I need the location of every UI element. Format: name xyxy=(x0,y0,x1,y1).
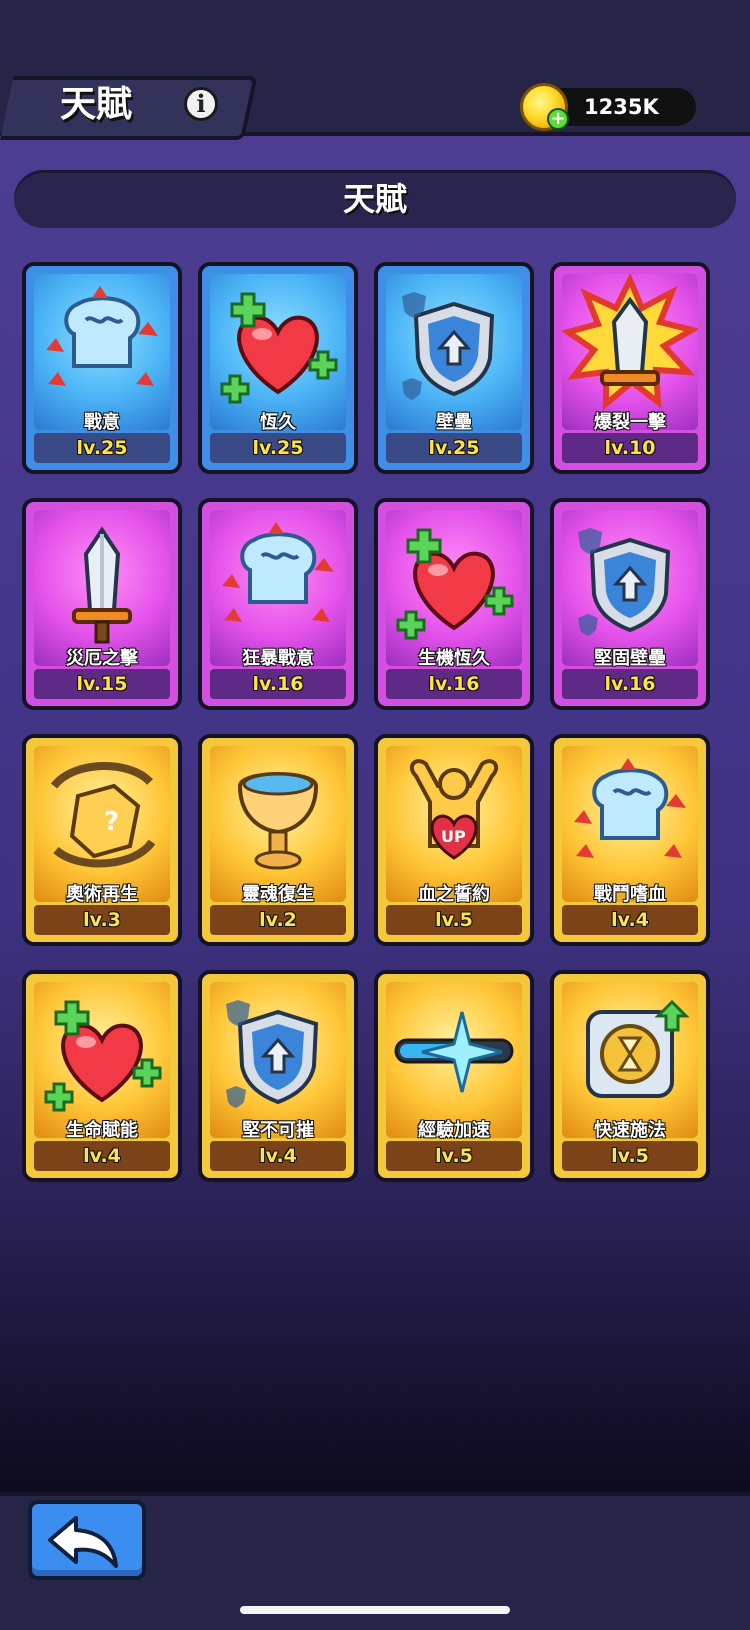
section-header: 天賦 xyxy=(14,170,736,228)
hourglass-icon xyxy=(562,982,698,1126)
talent-art xyxy=(210,510,346,666)
talent-name: 生命賦能 xyxy=(66,1120,138,1141)
talent-level: lv.2 xyxy=(210,905,346,935)
sparkle-bar-icon xyxy=(386,982,522,1126)
talent-art xyxy=(562,982,698,1138)
talent-level: lv.4 xyxy=(210,1141,346,1171)
talent-art xyxy=(386,274,522,430)
talent-level: lv.3 xyxy=(34,905,170,935)
talent-card[interactable]: 災厄之擊 lv.15 xyxy=(22,498,182,710)
talent-card[interactable]: ? 奧術再生 lv.3 xyxy=(22,734,182,946)
heart-icon xyxy=(210,274,346,418)
talent-card[interactable]: 經驗加速 lv.5 xyxy=(374,970,534,1182)
talent-name: 爆裂一擊 xyxy=(594,412,666,433)
chalice-icon xyxy=(210,746,346,890)
talent-name: 壁壘 xyxy=(436,412,472,433)
talent-level: lv.4 xyxy=(562,905,698,935)
talent-art xyxy=(210,274,346,430)
talent-card[interactable]: 堅固壁壘 lv.16 xyxy=(550,498,710,710)
talent-card[interactable]: 生命賦能 lv.4 xyxy=(22,970,182,1182)
svg-text:?: ? xyxy=(104,807,119,837)
talent-card[interactable]: 壁壘 lv.25 xyxy=(374,262,534,474)
section-title: 天賦 xyxy=(342,180,407,218)
talent-card[interactable]: 爆裂一擊 lv.10 xyxy=(550,262,710,474)
coin-value: 1235K xyxy=(584,95,659,119)
heart-icon xyxy=(34,982,170,1126)
talent-card[interactable]: 戰鬥嗜血 lv.4 xyxy=(550,734,710,946)
talent-art xyxy=(562,510,698,666)
talent-card[interactable]: UP 血之誓約 lv.5 xyxy=(374,734,534,946)
talent-name: 恆久 xyxy=(260,412,296,433)
talent-name: 狂暴戰意 xyxy=(242,648,314,669)
talent-level: lv.25 xyxy=(34,433,170,463)
talent-art xyxy=(562,746,698,902)
talent-card[interactable]: 狂暴戰意 lv.16 xyxy=(198,498,358,710)
talent-art xyxy=(34,510,170,666)
talent-level: lv.25 xyxy=(386,433,522,463)
heart-icon xyxy=(386,510,522,654)
talent-art xyxy=(34,274,170,430)
talent-art xyxy=(386,510,522,666)
talent-art xyxy=(210,982,346,1138)
talent-name: 血之誓約 xyxy=(418,884,490,905)
talent-card[interactable]: 恆久 lv.25 xyxy=(198,262,358,474)
strongman-up-icon: UP xyxy=(386,746,522,890)
fist-icon xyxy=(34,274,170,418)
talent-name: 經驗加速 xyxy=(418,1120,490,1141)
fist-icon xyxy=(562,746,698,890)
up-label: UP xyxy=(441,827,466,846)
talent-art xyxy=(34,982,170,1138)
talent-name: 生機恆久 xyxy=(418,648,490,669)
talent-name: 戰意 xyxy=(84,412,120,433)
talent-card[interactable]: 戰意 lv.25 xyxy=(22,262,182,474)
talent-level: lv.5 xyxy=(386,1141,522,1171)
talent-card[interactable]: 生機恆久 lv.16 xyxy=(374,498,534,710)
talent-art: UP xyxy=(386,746,522,902)
talent-name: 堅不可摧 xyxy=(242,1120,314,1141)
page-title: 天賦 xyxy=(60,84,133,125)
talent-art: ? xyxy=(34,746,170,902)
dice-icon: ? xyxy=(34,746,170,890)
fist-icon xyxy=(210,510,346,654)
talent-card[interactable]: 堅不可摧 lv.4 xyxy=(198,970,358,1182)
talent-level: lv.16 xyxy=(386,669,522,699)
talent-level: lv.5 xyxy=(562,1141,698,1171)
talent-level: lv.25 xyxy=(210,433,346,463)
talent-art xyxy=(562,274,698,430)
talent-art xyxy=(210,746,346,902)
back-button[interactable] xyxy=(28,1500,146,1580)
sword-burst-icon xyxy=(562,274,698,418)
add-coins-icon[interactable]: + xyxy=(547,108,569,130)
talent-name: 靈魂復生 xyxy=(242,884,314,905)
back-arrow-icon xyxy=(48,1516,118,1568)
talent-level: lv.10 xyxy=(562,433,698,463)
talent-name: 快速施法 xyxy=(594,1120,666,1141)
talent-level: lv.15 xyxy=(34,669,170,699)
talent-card[interactable]: 靈魂復生 lv.2 xyxy=(198,734,358,946)
home-indicator xyxy=(240,1606,510,1614)
shield-icon xyxy=(210,982,346,1126)
talent-level: lv.5 xyxy=(386,905,522,935)
talent-art xyxy=(386,982,522,1138)
talent-name: 堅固壁壘 xyxy=(594,648,666,669)
talent-card[interactable]: 快速施法 lv.5 xyxy=(550,970,710,1182)
talent-name: 災厄之擊 xyxy=(66,648,138,669)
talent-name: 奧術再生 xyxy=(66,884,138,905)
info-icon[interactable]: i xyxy=(184,87,218,121)
talent-name: 戰鬥嗜血 xyxy=(594,884,666,905)
sword-icon xyxy=(34,510,170,654)
shield-icon xyxy=(386,274,522,418)
shield-icon xyxy=(562,510,698,654)
talent-level: lv.16 xyxy=(210,669,346,699)
talent-level: lv.4 xyxy=(34,1141,170,1171)
talent-level: lv.16 xyxy=(562,669,698,699)
